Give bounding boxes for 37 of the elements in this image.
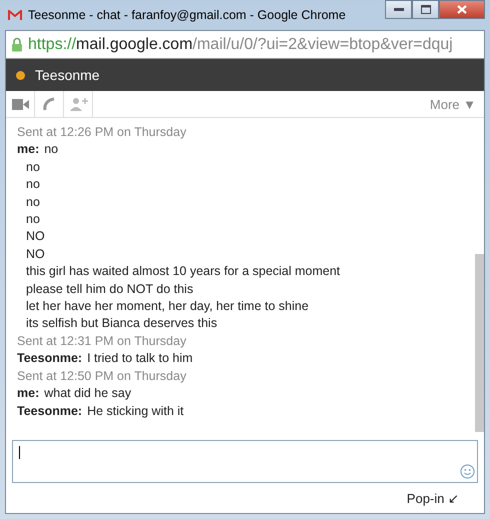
minimize-button[interactable] <box>385 0 412 19</box>
maximize-button[interactable] <box>412 0 439 19</box>
message-text: what did he say <box>44 386 132 400</box>
close-icon <box>457 5 467 14</box>
more-menu[interactable]: More ▼ <box>430 96 476 112</box>
message-text: He sticking with it <box>87 404 184 418</box>
sender-name: me: <box>17 386 40 400</box>
maximize-icon <box>420 5 430 14</box>
message-text: its selfish but Bianca deserves this <box>25 315 218 332</box>
mail-logo-icon <box>8 10 22 20</box>
minimize-icon <box>394 8 404 12</box>
lock-icon <box>11 37 23 52</box>
timestamp: Sent at 12:31 PM on Thursday <box>17 332 188 350</box>
message-text: NO <box>25 228 46 246</box>
message-text: no <box>25 194 41 211</box>
message-text: no <box>25 211 41 228</box>
message-text: no <box>25 158 41 176</box>
contact-name: Teesonme <box>35 67 100 83</box>
message-text: no <box>25 176 41 194</box>
message-text: this girl has waited almost 10 years for a special moment <box>25 263 342 280</box>
message-text: please tell him do NOT do this <box>25 280 194 298</box>
url-text: https://mail.google.com/mail/u/0/?ui=2&view=btop&ver=dquj <box>28 36 453 54</box>
message-input[interactable] <box>12 440 478 483</box>
smiley-icon[interactable] <box>460 464 475 479</box>
message-text: I tried to talk to him <box>87 351 193 366</box>
scrollbar-thumb[interactable] <box>475 254 484 432</box>
sender-name: me: <box>17 142 40 156</box>
timestamp: Sent at 12:50 PM on Thursday <box>17 368 188 385</box>
timestamp: Sent at 12:26 PM on Thursday <box>17 124 188 141</box>
sender-name: Teesonme: <box>17 404 82 418</box>
pop-in-link[interactable]: Pop-in ↙ <box>406 490 459 506</box>
close-button[interactable] <box>439 0 485 19</box>
sender-name: Teesonme: <box>17 351 82 366</box>
message-text: let her have her moment, her day, her time to shine <box>25 298 310 316</box>
window-title: Teesonme - chat - faranfoy@gmail.com - Google Chrome <box>28 8 346 22</box>
message-text: NO <box>25 246 46 263</box>
message-text: no <box>44 142 58 156</box>
